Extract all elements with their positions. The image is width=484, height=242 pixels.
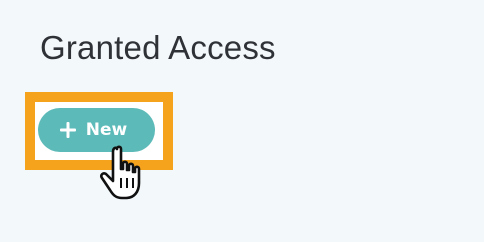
new-button-label: New xyxy=(85,120,128,140)
page-title: Granted Access xyxy=(40,29,276,66)
plus-icon xyxy=(59,122,76,138)
hand-pointer-icon xyxy=(98,143,150,203)
